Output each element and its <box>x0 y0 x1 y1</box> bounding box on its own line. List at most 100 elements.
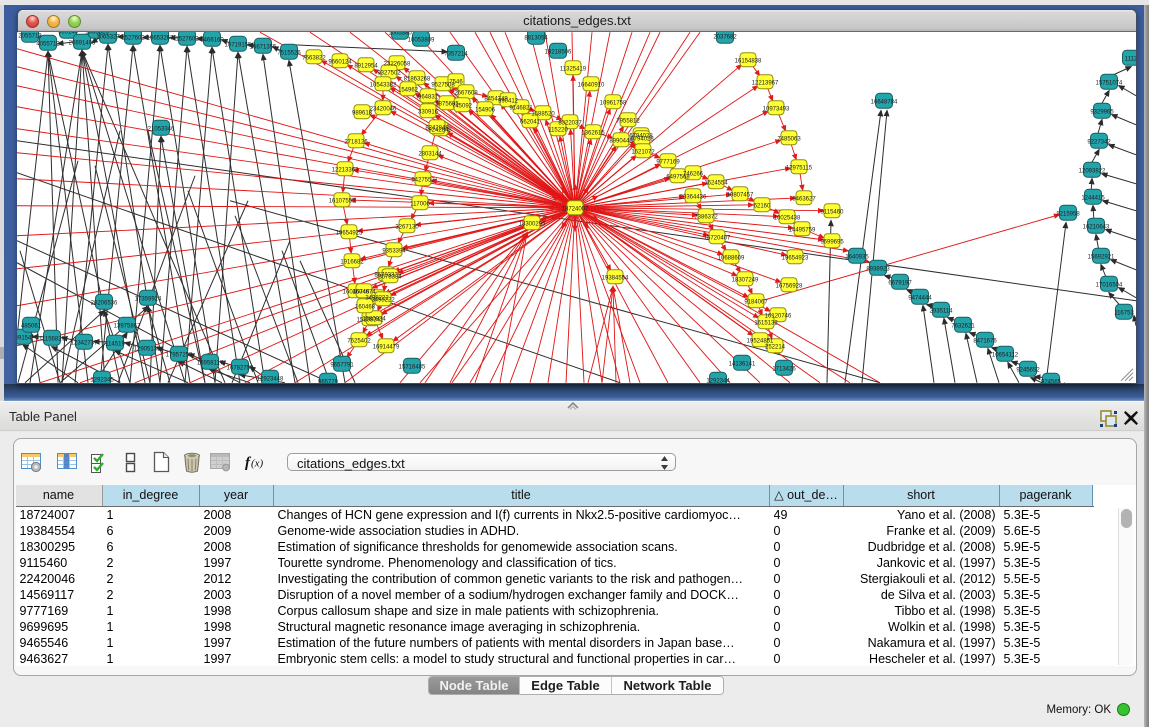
svg-text:6679197: 6679197 <box>888 280 912 286</box>
svg-text:9184067: 9184067 <box>744 299 768 305</box>
svg-text:19654923: 19654923 <box>782 255 809 261</box>
svg-text:8912954: 8912954 <box>354 63 378 69</box>
svg-text:16756928: 16756928 <box>776 283 803 289</box>
svg-text:990412: 990412 <box>498 98 519 104</box>
svg-text:19654925: 19654925 <box>336 230 363 236</box>
svg-text:9474444: 9474444 <box>908 295 932 301</box>
svg-text:20691406: 20691406 <box>69 40 96 46</box>
svg-text:1005380: 1005380 <box>388 32 412 36</box>
svg-text:160468: 160468 <box>355 304 376 310</box>
svg-text:81863268: 81863268 <box>404 76 431 82</box>
svg-text:252214: 252214 <box>765 344 786 350</box>
svg-text:8471676: 8471676 <box>973 338 997 344</box>
svg-text:10973493: 10973493 <box>763 106 790 112</box>
svg-text:16210643: 16210643 <box>1083 224 1110 230</box>
svg-text:13975867: 13975867 <box>114 323 141 329</box>
svg-text:20364436: 20364436 <box>680 194 707 200</box>
svg-text:10807457: 10807457 <box>727 192 754 198</box>
svg-text:17016504: 17016504 <box>1096 282 1123 288</box>
svg-text:16914479: 16914479 <box>373 344 400 350</box>
svg-text:9227342: 9227342 <box>1087 139 1111 145</box>
svg-text:7485063: 7485063 <box>777 136 801 142</box>
svg-text:2803144: 2803144 <box>418 151 442 157</box>
svg-text:18724007: 18724007 <box>562 206 589 212</box>
svg-text:15751074: 15751074 <box>1096 80 1123 86</box>
svg-text:11325419: 11325419 <box>560 66 587 72</box>
svg-text:16120746: 16120746 <box>765 313 792 319</box>
svg-text:8678334: 8678334 <box>378 274 402 280</box>
svg-text:7663822: 7663822 <box>302 55 326 61</box>
svg-text:9353394: 9353394 <box>382 248 406 254</box>
svg-text:10961758: 10961758 <box>600 100 627 106</box>
svg-text:965779: 965779 <box>318 379 339 383</box>
svg-text:14495759: 14495759 <box>789 227 816 233</box>
svg-text:12213363: 12213363 <box>332 167 359 173</box>
svg-text:12093822: 12093822 <box>1079 168 1106 174</box>
svg-text:1292344: 1292344 <box>706 378 730 383</box>
svg-text:115220: 115220 <box>548 127 568 133</box>
svg-text:1065327: 1065327 <box>96 34 120 40</box>
svg-text:7546: 7546 <box>449 79 463 85</box>
svg-text:12213967: 12213967 <box>752 80 779 86</box>
svg-text:2935114: 2935114 <box>930 308 954 314</box>
svg-text:20206536: 20206536 <box>91 300 118 306</box>
svg-text:10654112: 10654112 <box>992 352 1019 358</box>
svg-text:9777169: 9777169 <box>656 159 680 165</box>
svg-text:7515526: 7515526 <box>277 50 301 56</box>
svg-text:7357214: 7357214 <box>444 51 468 57</box>
svg-text:989618: 989618 <box>352 110 373 116</box>
svg-text:116753: 116753 <box>1114 310 1134 316</box>
svg-text:1621072: 1621072 <box>631 149 655 155</box>
svg-text:1527602: 1527602 <box>175 36 199 42</box>
svg-text:1292345: 1292345 <box>90 377 114 383</box>
svg-text:1640935: 1640935 <box>845 254 869 260</box>
svg-text:10543382: 10543382 <box>370 82 397 88</box>
svg-text:7386372: 7386372 <box>694 214 718 220</box>
svg-text:15720407: 15720407 <box>704 235 731 241</box>
svg-text:924565: 924565 <box>1041 379 1062 383</box>
svg-text:10025438: 10025438 <box>774 215 801 221</box>
svg-text:9327502: 9327502 <box>377 70 401 76</box>
svg-text:14136141: 14136141 <box>729 361 756 367</box>
svg-text:62160: 62160 <box>754 203 771 209</box>
svg-text:10688609: 10688609 <box>718 255 745 261</box>
svg-text:154962: 154962 <box>398 87 419 93</box>
svg-text:11156829: 11156829 <box>39 336 65 342</box>
svg-text:8938923: 8938923 <box>866 266 890 272</box>
svg-text:17359924: 17359924 <box>135 296 162 302</box>
svg-text:15716485: 15716485 <box>399 364 426 370</box>
svg-text:7955812: 7955812 <box>616 118 640 124</box>
svg-text:1527602: 1527602 <box>121 35 145 41</box>
svg-text:330916: 330916 <box>418 109 439 115</box>
svg-text:9115460: 9115460 <box>821 209 845 215</box>
svg-text:8215958: 8215958 <box>1056 211 1080 217</box>
svg-text:10053809: 10053809 <box>408 37 435 43</box>
svg-text:1604674: 1604674 <box>352 289 376 295</box>
svg-text:1916682: 1916682 <box>340 259 364 265</box>
svg-text:2037682: 2037682 <box>713 34 737 40</box>
svg-text:18307249: 18307249 <box>732 277 759 283</box>
svg-text:10719155: 10719155 <box>225 42 252 48</box>
svg-text:16640910: 16640910 <box>578 82 605 88</box>
svg-text:15692921: 15692921 <box>1088 254 1115 260</box>
svg-text:23226058: 23226058 <box>384 61 411 67</box>
svg-text:6794028: 6794028 <box>630 136 654 142</box>
svg-text:1588520: 1588520 <box>531 111 555 117</box>
svg-text:9699695: 9699695 <box>820 239 844 245</box>
svg-text:12975115: 12975115 <box>786 165 813 171</box>
svg-text:2667608: 2667608 <box>454 90 478 96</box>
svg-text:4055712: 4055712 <box>36 41 60 47</box>
svg-text:18300295: 18300295 <box>519 221 546 227</box>
svg-text:9329965: 9329965 <box>1090 109 1114 115</box>
svg-text:23420046: 23420046 <box>370 106 397 112</box>
svg-text:16648784: 16648784 <box>871 99 898 105</box>
svg-text:9245652: 9245652 <box>1016 367 1040 373</box>
svg-text:39154: 39154 <box>17 335 32 341</box>
svg-text:8242848: 8242848 <box>425 125 449 131</box>
svg-text:485061: 485061 <box>21 323 42 329</box>
svg-text:746266: 746266 <box>683 171 704 177</box>
svg-text:745092: 745092 <box>452 103 473 109</box>
svg-text:19218506: 19218506 <box>545 49 572 55</box>
svg-text:8813054: 8813054 <box>524 35 548 41</box>
svg-text:154906: 154906 <box>475 107 496 113</box>
